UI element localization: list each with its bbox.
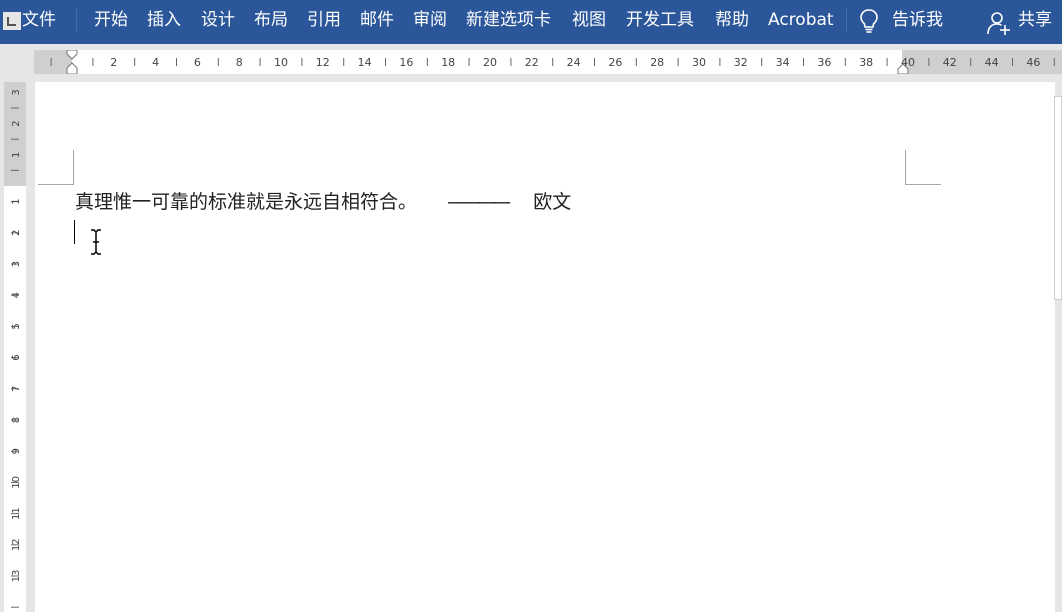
ruler-label: 6 — [11, 354, 22, 360]
ruler-label: 7 — [11, 386, 22, 392]
tab-mailings[interactable]: 邮件 — [360, 0, 394, 40]
document-paragraph[interactable]: 真理惟一可靠的标准就是永远自相符合。 ———— 欧文 — [75, 188, 571, 216]
tab-developer[interactable]: 开发工具 — [626, 0, 694, 40]
ruler-label: 2 — [11, 230, 22, 236]
share-button[interactable]: 共享 — [1018, 0, 1052, 40]
ruler-label: 22 — [525, 56, 539, 69]
tab-file[interactable]: 文件 — [22, 0, 56, 40]
ribbon-tab-bar: 文件 开始 插入 设计 布局 引用 邮件 审阅 新建选项卡 视图 开发工具 帮助… — [0, 0, 1062, 44]
tab-new-tab[interactable]: 新建选项卡 — [466, 0, 551, 40]
ruler-label: 2 — [11, 120, 22, 126]
margin-corner-top-left — [38, 150, 74, 185]
ribbon-separator — [76, 8, 77, 32]
ruler-label: 36 — [817, 56, 831, 69]
ruler-label: 18 — [441, 56, 455, 69]
tab-references[interactable]: 引用 — [307, 0, 341, 40]
tab-design[interactable]: 设计 — [201, 0, 235, 40]
tab-layout[interactable]: 布局 — [254, 0, 288, 40]
ruler-label: 10 — [274, 56, 288, 69]
lightbulb-icon[interactable] — [858, 8, 880, 34]
tab-view[interactable]: 视图 — [572, 0, 606, 40]
ibeam-cursor-icon — [91, 229, 101, 255]
ribbon-separator — [846, 8, 847, 32]
ruler-label: 34 — [776, 56, 790, 69]
quote-dash: ———— — [447, 191, 511, 213]
document-page[interactable] — [35, 82, 1055, 612]
ruler-label: 1 — [11, 152, 22, 158]
person-add-icon[interactable] — [986, 10, 1012, 36]
margin-corner-top-right — [905, 150, 941, 185]
ruler-label: 32 — [734, 56, 748, 69]
ruler-label: 3 — [11, 89, 22, 95]
ruler-label: 4 — [152, 56, 159, 69]
ruler-label: 26 — [608, 56, 622, 69]
ruler-label: 46 — [1026, 56, 1040, 69]
tab-help[interactable]: 帮助 — [715, 0, 749, 40]
ruler-label: 24 — [567, 56, 581, 69]
ruler-label: 30 — [692, 56, 706, 69]
ruler-label: 3 — [11, 261, 22, 267]
ruler-label: 10 — [11, 476, 22, 489]
ruler-label: 11 — [11, 507, 22, 520]
ruler-label: 5 — [11, 323, 22, 329]
ruler-label: 1 — [11, 198, 22, 204]
ruler-label: 16 — [399, 56, 413, 69]
tab-home[interactable]: 开始 — [94, 0, 128, 40]
vertical-ruler[interactable]: 32112345678910111213 — [4, 82, 26, 612]
quote-text: 真理惟一可靠的标准就是永远自相符合。 — [75, 191, 418, 213]
ruler-label: 4 — [11, 292, 22, 298]
tab-insert[interactable]: 插入 — [147, 0, 181, 40]
tell-me-search[interactable]: 告诉我 — [892, 0, 943, 40]
ruler-label: 44 — [985, 56, 999, 69]
ruler-label: 28 — [650, 56, 664, 69]
ruler-label: 14 — [358, 56, 372, 69]
vertical-scrollbar-thumb[interactable] — [1054, 96, 1062, 300]
ruler-label: 9 — [11, 448, 22, 454]
ruler-label: 2 — [110, 56, 117, 69]
ruler-label: 20 — [483, 56, 497, 69]
ruler-label: 12 — [11, 538, 22, 551]
ruler-label: 8 — [236, 56, 243, 69]
ruler-label: 13 — [11, 570, 22, 583]
tab-stop-selector-icon[interactable] — [3, 12, 21, 30]
horizontal-ruler[interactable]: 2 4 6 8 10 12 14 16 18 20 22 24 26 28 30 32 34 36 38 40 42 44… — [34, 50, 1062, 74]
tab-acrobat[interactable]: Acrobat — [768, 0, 834, 40]
tab-review[interactable]: 审阅 — [413, 0, 447, 40]
ruler-label: 42 — [943, 56, 957, 69]
ruler-label: 6 — [194, 56, 201, 69]
quote-author: 欧文 — [533, 191, 572, 213]
ruler-label: 12 — [316, 56, 330, 69]
text-caret — [74, 220, 75, 244]
ruler-label: 38 — [859, 56, 873, 69]
ruler-label: 8 — [11, 417, 22, 423]
